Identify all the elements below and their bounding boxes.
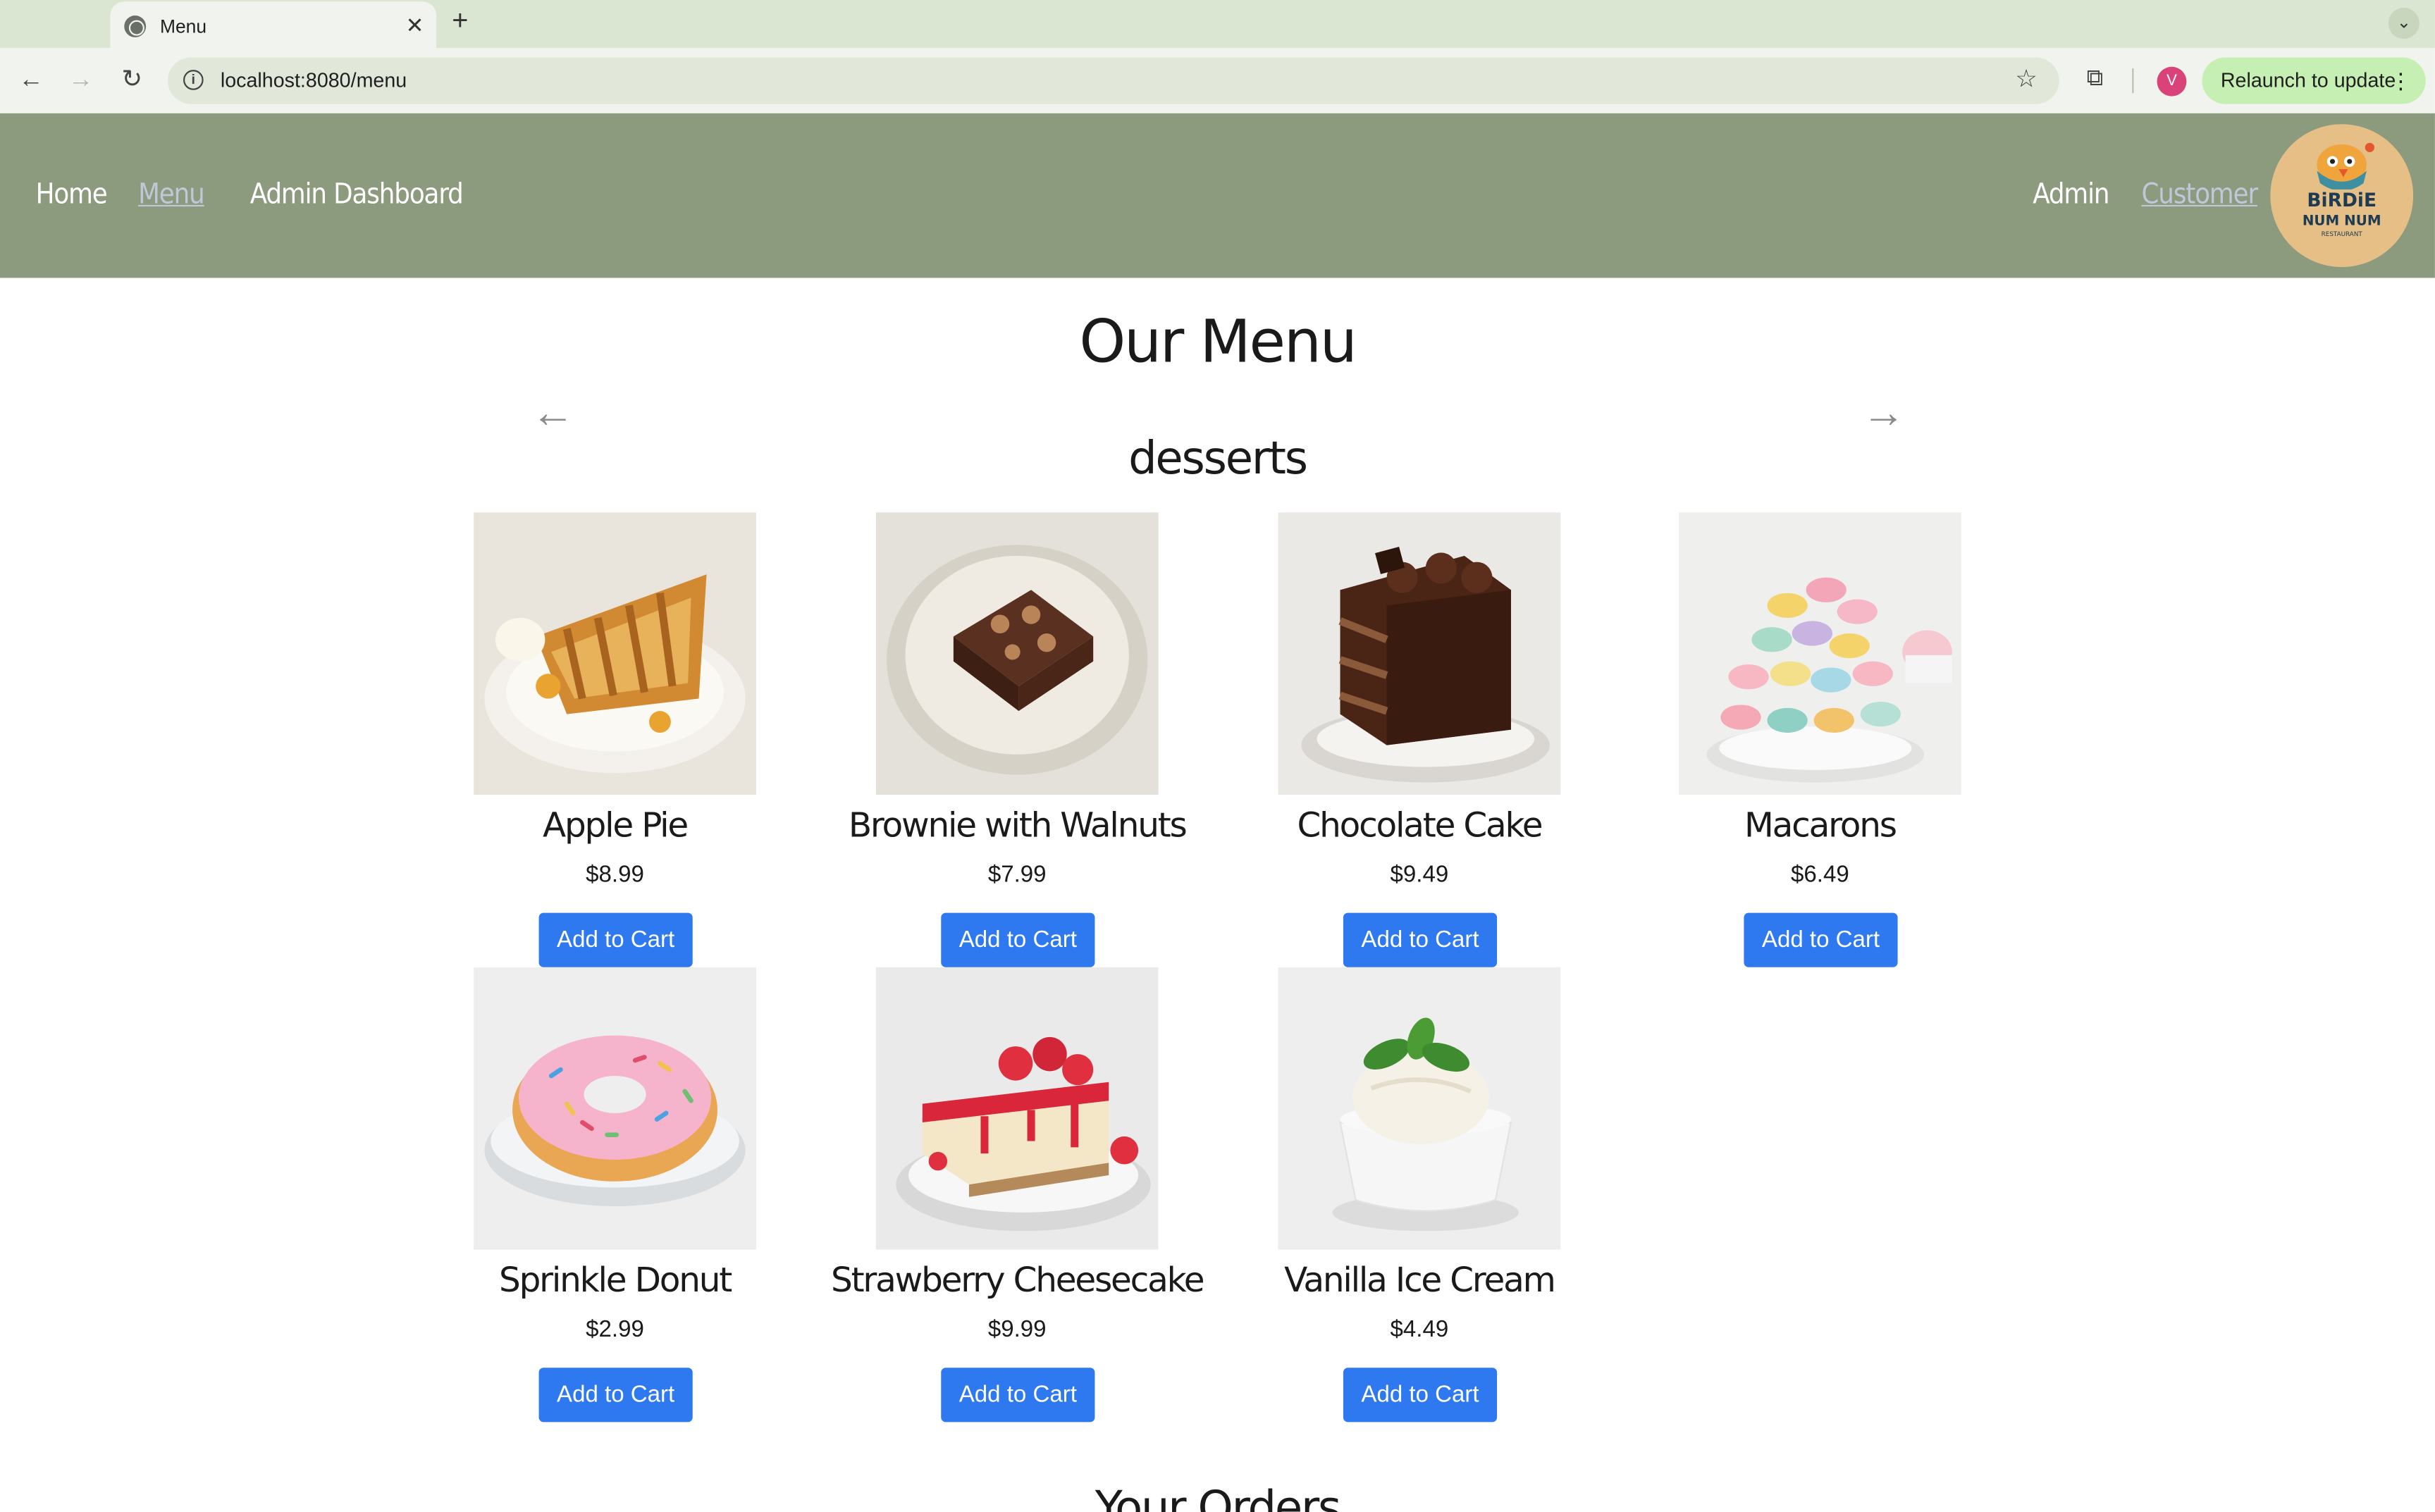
menu-item-price: $9.49 — [1390, 861, 1449, 888]
star-icon[interactable]: ☆ — [2015, 63, 2038, 94]
add-to-cart-button[interactable]: Add to Cart — [941, 912, 1095, 967]
close-tab-icon[interactable]: ✕ — [406, 11, 424, 39]
back-icon[interactable]: ← — [14, 63, 48, 97]
logo-title: BiRDiE — [2307, 190, 2377, 211]
chocolate-cake-image — [1278, 512, 1561, 795]
site-navbar: Home Menu Admin Dashboard Admin Customer — [0, 113, 2435, 278]
ice-cream-image — [1278, 967, 1561, 1250]
logo-subtitle: NUM NUM — [2303, 212, 2381, 228]
apple-pie-image — [474, 512, 757, 795]
menu-item-name: Apple Pie — [543, 807, 689, 846]
menu-item-price: $2.99 — [586, 1316, 644, 1343]
menu-item-name: Sprinkle Donut — [499, 1262, 732, 1301]
restaurant-logo[interactable]: BiRDiE NUM NUM RESTAURANT — [2270, 124, 2414, 267]
menu-item-price: $6.49 — [1791, 861, 1849, 888]
reload-icon[interactable]: ↻ — [115, 63, 149, 97]
menu-item-name: Macarons — [1744, 807, 1897, 846]
forward-icon[interactable]: → — [63, 63, 97, 97]
nav-link-customer[interactable]: Customer — [2141, 178, 2258, 211]
add-to-cart-button[interactable]: Add to Cart — [1343, 912, 1498, 967]
nav-link-admin-dashboard[interactable]: Admin Dashboard — [250, 178, 464, 211]
menu-item-name: Chocolate Cake — [1297, 807, 1543, 846]
menu-item-price: $4.49 — [1390, 1316, 1449, 1343]
relaunch-button[interactable]: Relaunch to update ⋮ — [2202, 57, 2426, 104]
donut-image — [474, 967, 757, 1250]
browser-tab[interactable]: Menu ✕ — [110, 1, 437, 50]
add-to-cart-button[interactable]: Add to Cart — [1343, 1368, 1498, 1423]
extensions-icon[interactable]: ⧉ — [2081, 66, 2109, 94]
browser-tabstrip: Menu ✕ + ⌄ — [0, 0, 2435, 50]
menu-item-price: $9.99 — [987, 1316, 1047, 1343]
macarons-image — [1678, 512, 1961, 795]
menu-item-price: $7.99 — [987, 861, 1047, 888]
page-title: Our Menu — [1079, 307, 1357, 376]
more-icon[interactable]: ⋮ — [2390, 58, 2412, 104]
relaunch-label: Relaunch to update — [2220, 68, 2396, 92]
menu-item-price: $8.99 — [586, 861, 644, 888]
nav-link-admin[interactable]: Admin — [2033, 178, 2109, 211]
nav-link-home[interactable]: Home — [36, 178, 108, 211]
menu-item-name: Vanilla Ice Cream — [1284, 1262, 1556, 1301]
cheesecake-image — [875, 967, 1159, 1250]
nav-link-menu[interactable]: Menu — [138, 178, 205, 211]
url-text[interactable]: localhost:8080/menu — [221, 68, 407, 92]
profile-avatar[interactable]: V — [2157, 66, 2187, 97]
new-tab-button[interactable]: + — [452, 5, 468, 36]
add-to-cart-button[interactable]: Add to Cart — [538, 1368, 693, 1423]
menu-item-name: Brownie with Walnuts — [848, 807, 1188, 846]
logo-tagline: RESTAURANT — [2322, 231, 2363, 238]
menu-item-name: Strawberry Cheesecake — [831, 1262, 1205, 1301]
bird-logo-icon: BiRDiE NUM NUM RESTAURANT — [2270, 124, 2414, 267]
globe-icon — [124, 14, 147, 37]
next-category-arrow-icon[interactable]: → — [1862, 388, 1906, 438]
tab-title: Menu — [159, 14, 207, 37]
info-icon[interactable]: i — [183, 70, 204, 90]
add-to-cart-button[interactable]: Add to Cart — [941, 1368, 1095, 1423]
orders-section-title: Your Orders — [1095, 1481, 1342, 1512]
add-to-cart-button[interactable]: Add to Cart — [1744, 912, 1898, 967]
toolbar-divider — [2132, 68, 2134, 94]
category-title: desserts — [1128, 431, 1308, 485]
add-to-cart-button[interactable]: Add to Cart — [538, 912, 693, 967]
address-bar[interactable]: i localhost:8080/menu ☆ — [167, 57, 2059, 104]
prev-category-arrow-icon[interactable]: ← — [531, 388, 575, 438]
brownie-image — [875, 512, 1159, 795]
browser-toolbar: ← → ↻ i localhost:8080/menu ☆ ⧉ V Relaun… — [0, 48, 2435, 113]
tab-search-icon[interactable]: ⌄ — [2388, 8, 2419, 39]
